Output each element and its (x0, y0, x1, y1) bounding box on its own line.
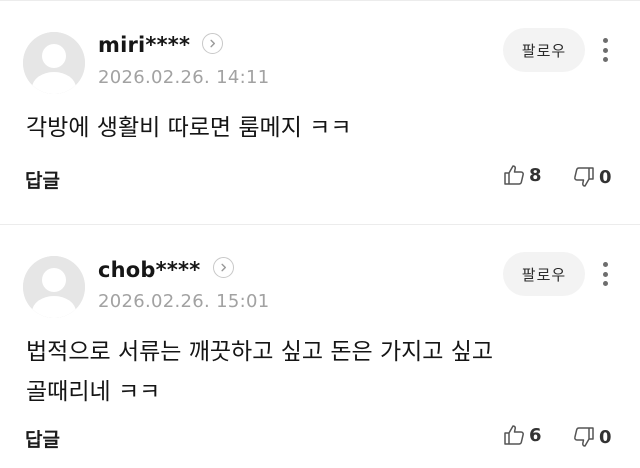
comment-username[interactable]: chob**** (98, 258, 200, 282)
chevron-right-icon[interactable] (202, 33, 223, 54)
follow-button[interactable]: 팔로우 (503, 28, 585, 72)
thumbs-down-icon (574, 427, 594, 447)
comment-body-line: 법적으로 서류는 깨끗하고 싶고 돈은 가지고 싶고 (26, 339, 494, 365)
comment-timestamp: 2026.02.26. 15:01 (98, 291, 270, 312)
thumbs-down-icon (574, 167, 594, 187)
like-button[interactable]: 8 (502, 163, 542, 187)
comment-body: 법적으로 서류는 깨끗하고 싶고 돈은 가지고 싶고 골때리네 ㅋㅋ (26, 332, 493, 412)
follow-button[interactable]: 팔로우 (503, 252, 585, 296)
comment-body-line: 각방에 생활비 따로면 룸메지 ㅋㅋ (26, 115, 352, 141)
like-count: 6 (529, 424, 542, 446)
avatar-icon[interactable] (23, 32, 85, 94)
avatar-icon[interactable] (23, 256, 85, 318)
dislike-button[interactable]: 0 (572, 165, 612, 189)
dislike-button[interactable]: 0 (572, 425, 612, 449)
like-button[interactable]: 6 (502, 423, 542, 447)
comment-body-line: 골때리네 ㅋㅋ (26, 379, 161, 405)
comment-username[interactable]: miri**** (98, 33, 190, 57)
comment-body: 각방에 생활비 따로면 룸메지 ㅋㅋ (26, 108, 351, 148)
dislike-count: 0 (599, 166, 612, 188)
reply-button[interactable]: 답글 (25, 166, 60, 193)
thumbs-up-icon (504, 165, 524, 185)
reply-button[interactable]: 답글 (25, 425, 60, 452)
comment-item: miri**** 2026.02.26. 14:11 팔로우 각방에 생활비 따… (0, 0, 640, 224)
chevron-right-icon[interactable] (213, 257, 234, 278)
like-count: 8 (529, 164, 542, 186)
comment-timestamp: 2026.02.26. 14:11 (98, 67, 270, 88)
comment-item: chob**** 2026.02.26. 15:01 팔로우 법적으로 서류는 … (0, 224, 640, 468)
thumbs-up-icon (504, 425, 524, 445)
dislike-count: 0 (599, 426, 612, 448)
more-vertical-icon[interactable] (598, 36, 612, 64)
more-vertical-icon[interactable] (598, 260, 612, 288)
